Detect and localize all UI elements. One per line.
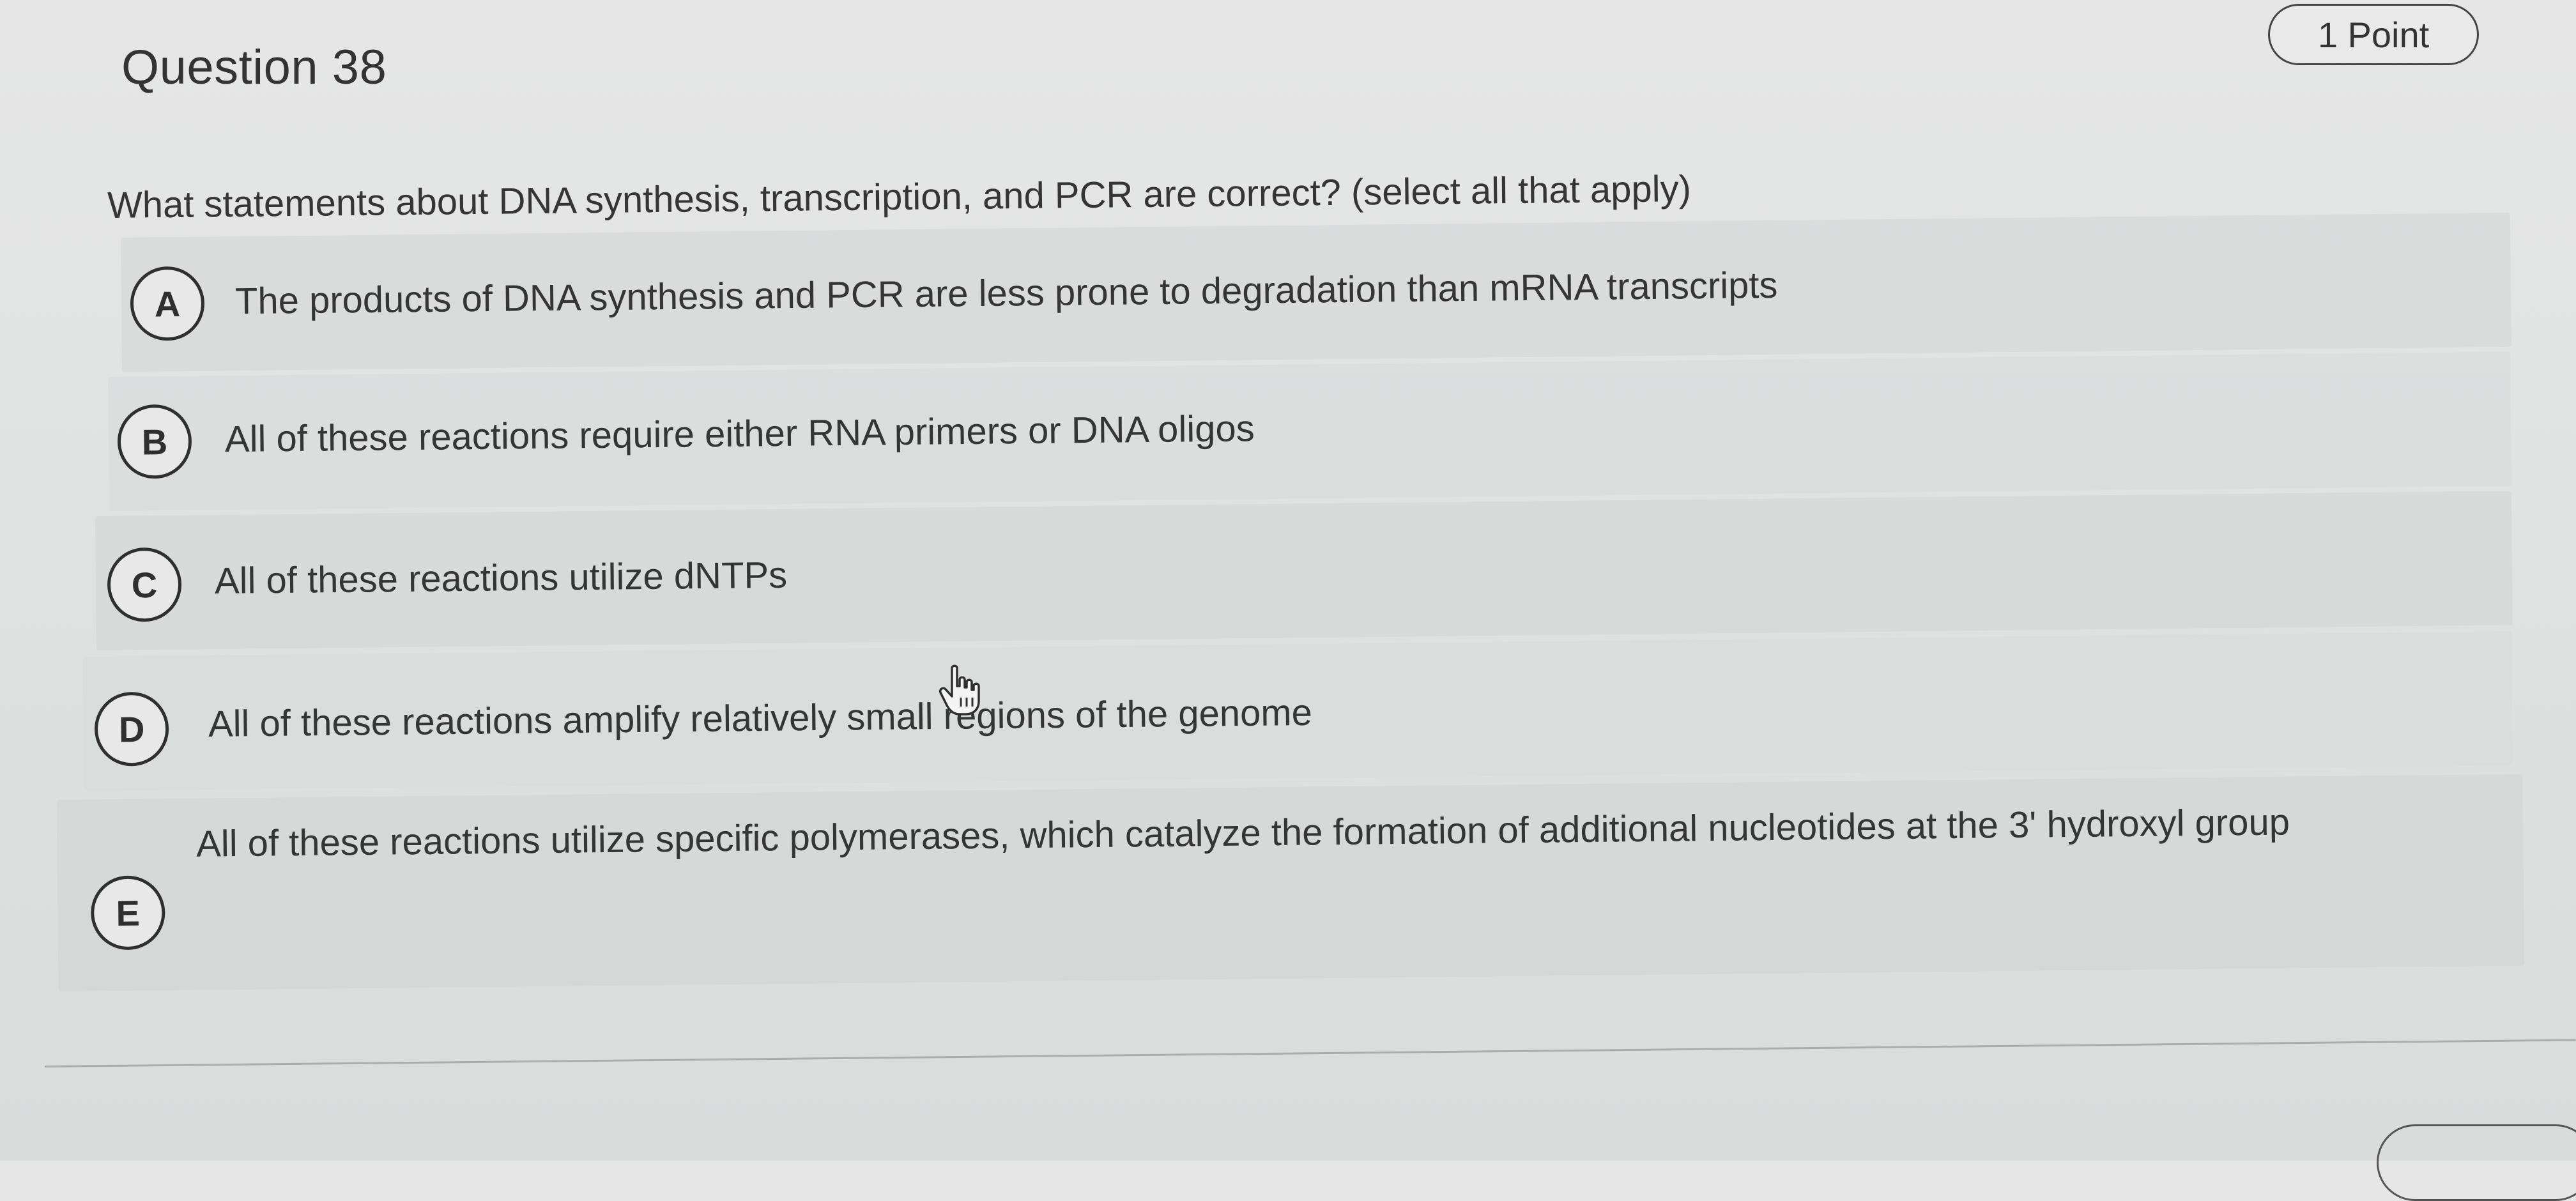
- choice-c-text[interactable]: All of these reactions utilize dNTPs: [215, 554, 788, 602]
- choice-e-letter-badge[interactable]: E: [90, 875, 165, 951]
- choice-a[interactable]: A The products of DNA synthesis and PCR …: [120, 212, 2511, 372]
- answer-choices: A The products of DNA synthesis and PCR …: [0, 0, 2576, 1161]
- choice-a-text[interactable]: The products of DNA synthesis and PCR ar…: [235, 264, 1778, 323]
- choice-e-text[interactable]: All of these reactions utilize specific …: [196, 782, 2510, 883]
- choice-c[interactable]: C All of these reactions utilize dNTPs: [95, 491, 2513, 650]
- choice-c-letter-badge[interactable]: C: [107, 547, 182, 622]
- next-button-edge[interactable]: [2377, 1124, 2576, 1201]
- choice-d-text[interactable]: All of these reactions amplify relativel…: [208, 691, 1313, 746]
- choice-d[interactable]: D All of these reactions amplify relativ…: [82, 631, 2513, 791]
- choice-b-text[interactable]: All of these reactions require either RN…: [225, 407, 1255, 461]
- choice-e[interactable]: E All of these reactions utilize specifi…: [56, 774, 2525, 991]
- choice-b[interactable]: B All of these reactions require either …: [107, 351, 2511, 511]
- choice-d-letter-badge[interactable]: D: [94, 691, 169, 767]
- choice-a-letter-badge[interactable]: A: [130, 266, 205, 341]
- choice-b-letter-badge[interactable]: B: [117, 404, 192, 479]
- hand-pointer-icon: [939, 664, 980, 715]
